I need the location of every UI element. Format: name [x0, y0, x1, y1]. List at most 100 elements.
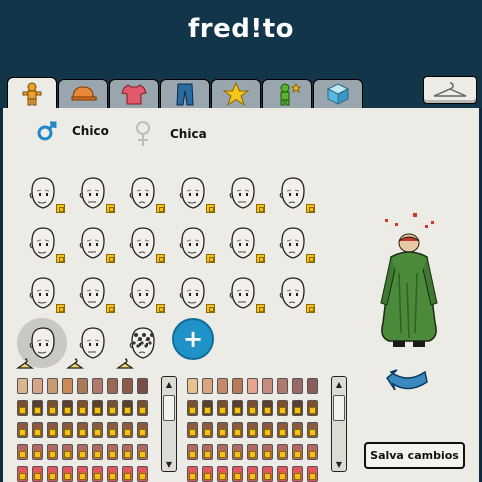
tab-effects[interactable] — [262, 79, 312, 108]
save-changes-button[interactable]: Salva cambios — [364, 442, 465, 469]
color-swatch[interactable] — [17, 400, 28, 416]
color-swatch[interactable] — [217, 466, 228, 482]
rotate-arrow-icon[interactable] — [385, 364, 431, 396]
color-swatch[interactable] — [307, 422, 318, 438]
color-swatch[interactable] — [62, 400, 73, 416]
color-swatch[interactable] — [232, 400, 243, 416]
color-swatch[interactable] — [232, 422, 243, 438]
color-swatch[interactable] — [292, 378, 303, 394]
color-swatch[interactable] — [92, 466, 103, 482]
color-swatch[interactable] — [62, 466, 73, 482]
face-option[interactable] — [176, 275, 210, 311]
color-swatch[interactable] — [277, 378, 288, 394]
color-swatch[interactable] — [107, 466, 118, 482]
color-swatch[interactable] — [307, 444, 318, 460]
color-swatch[interactable] — [122, 378, 133, 394]
color-swatch[interactable] — [137, 378, 148, 394]
tab-pants[interactable] — [160, 79, 210, 108]
color-swatch[interactable] — [17, 444, 28, 460]
color-swatch[interactable] — [247, 378, 258, 394]
color-swatch[interactable] — [17, 378, 28, 394]
color-swatch[interactable] — [77, 378, 88, 394]
color-swatch[interactable] — [92, 444, 103, 460]
color-swatch[interactable] — [292, 466, 303, 482]
palette-right-scrollbar[interactable]: ▲ ▼ — [331, 376, 347, 472]
color-swatch[interactable] — [77, 422, 88, 438]
color-swatch[interactable] — [262, 378, 273, 394]
color-swatch[interactable] — [217, 444, 228, 460]
color-swatch[interactable] — [47, 378, 58, 394]
color-swatch[interactable] — [247, 400, 258, 416]
color-swatch[interactable] — [202, 466, 213, 482]
add-face-button[interactable]: + — [172, 318, 214, 360]
color-swatch[interactable] — [277, 444, 288, 460]
color-swatch[interactable] — [232, 444, 243, 460]
color-swatch[interactable] — [202, 444, 213, 460]
scroll-down-icon[interactable]: ▼ — [332, 457, 346, 471]
color-swatch[interactable] — [202, 400, 213, 416]
color-swatch[interactable] — [307, 466, 318, 482]
face-option[interactable] — [226, 275, 260, 311]
color-swatch[interactable] — [17, 422, 28, 438]
color-swatch[interactable] — [47, 466, 58, 482]
color-swatch[interactable] — [92, 422, 103, 438]
palette-left-scrollbar[interactable]: ▲ ▼ — [161, 376, 177, 472]
wardrobe-button[interactable] — [423, 76, 477, 104]
scrollbar-thumb[interactable] — [163, 395, 175, 421]
scroll-up-icon[interactable]: ▲ — [332, 377, 346, 391]
face-option[interactable] — [276, 175, 310, 211]
color-swatch[interactable] — [107, 400, 118, 416]
color-swatch[interactable] — [122, 400, 133, 416]
color-swatch[interactable] — [232, 466, 243, 482]
color-swatch[interactable] — [277, 422, 288, 438]
color-swatch[interactable] — [247, 444, 258, 460]
color-swatch[interactable] — [277, 466, 288, 482]
color-swatch[interactable] — [247, 422, 258, 438]
color-swatch[interactable] — [247, 466, 258, 482]
color-swatch[interactable] — [32, 400, 43, 416]
color-swatch[interactable] — [292, 400, 303, 416]
color-swatch[interactable] — [137, 444, 148, 460]
color-swatch[interactable] — [77, 400, 88, 416]
color-swatch[interactable] — [92, 400, 103, 416]
face-option[interactable] — [276, 225, 310, 261]
tab-body[interactable] — [7, 77, 57, 109]
color-swatch[interactable] — [122, 466, 133, 482]
gender-male-option[interactable]: Chico — [36, 120, 109, 142]
scroll-up-icon[interactable]: ▲ — [162, 377, 176, 391]
face-option[interactable] — [226, 175, 260, 211]
color-swatch[interactable] — [62, 378, 73, 394]
color-swatch[interactable] — [277, 400, 288, 416]
color-swatch[interactable] — [292, 444, 303, 460]
face-option[interactable] — [126, 225, 160, 261]
color-swatch[interactable] — [137, 466, 148, 482]
color-swatch[interactable] — [47, 422, 58, 438]
color-swatch[interactable] — [17, 466, 28, 482]
color-swatch[interactable] — [187, 422, 198, 438]
scrollbar-thumb[interactable] — [333, 395, 345, 421]
face-option[interactable] — [26, 275, 60, 311]
tab-hats[interactable] — [58, 79, 108, 108]
color-swatch[interactable] — [187, 400, 198, 416]
color-swatch[interactable] — [77, 444, 88, 460]
color-swatch[interactable] — [187, 378, 198, 394]
color-swatch[interactable] — [187, 466, 198, 482]
color-swatch[interactable] — [202, 378, 213, 394]
color-swatch[interactable] — [32, 422, 43, 438]
face-option[interactable] — [126, 175, 160, 211]
face-option[interactable] — [26, 225, 60, 261]
face-option[interactable] — [76, 225, 110, 261]
color-swatch[interactable] — [262, 444, 273, 460]
color-swatch[interactable] — [107, 378, 118, 394]
face-option[interactable] — [26, 175, 60, 211]
face-option[interactable] — [176, 175, 210, 211]
color-swatch[interactable] — [262, 422, 273, 438]
color-swatch[interactable] — [262, 400, 273, 416]
color-swatch[interactable] — [62, 422, 73, 438]
color-swatch[interactable] — [202, 422, 213, 438]
color-swatch[interactable] — [217, 422, 228, 438]
color-swatch[interactable] — [32, 444, 43, 460]
color-swatch[interactable] — [32, 466, 43, 482]
color-swatch[interactable] — [187, 444, 198, 460]
color-swatch[interactable] — [232, 378, 243, 394]
